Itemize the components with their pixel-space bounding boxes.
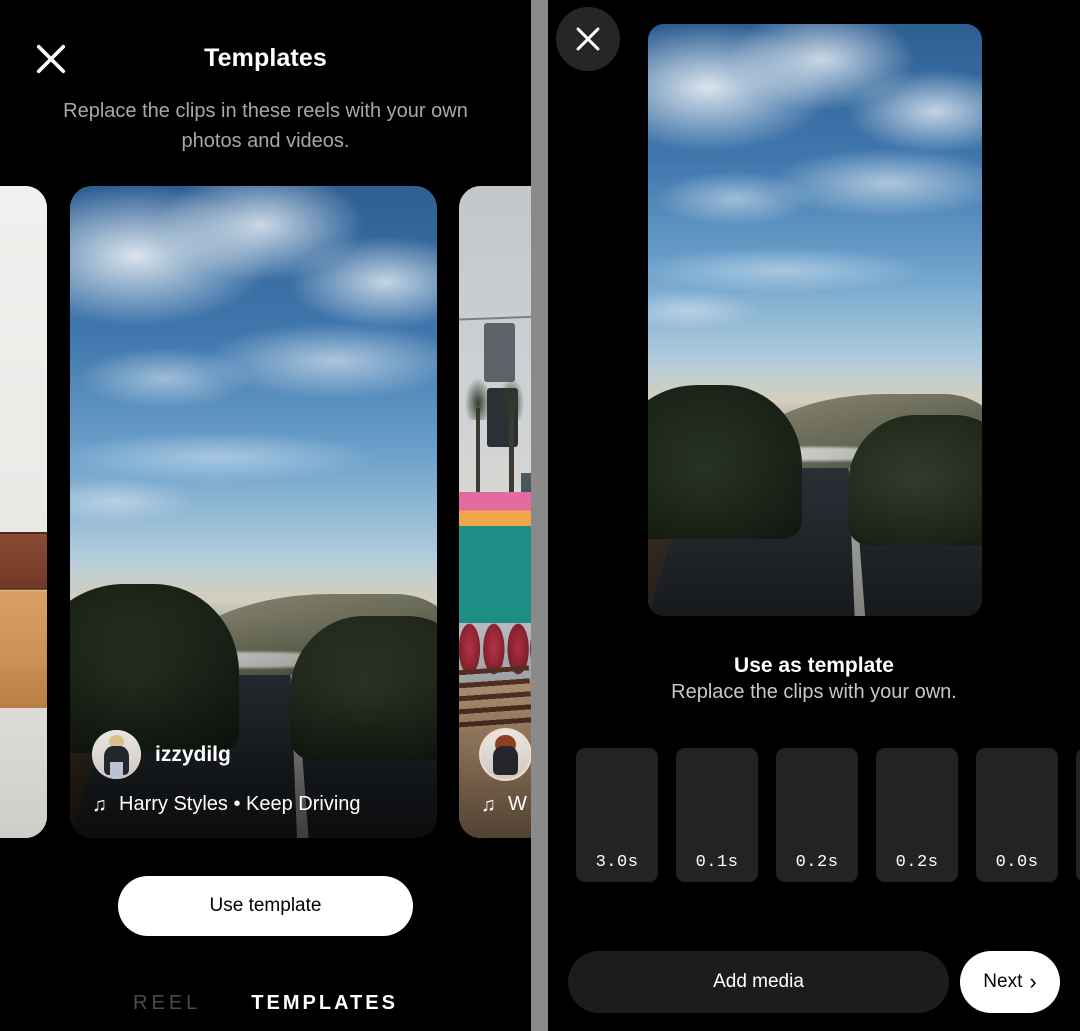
clip-slot[interactable]: 0.2s <box>876 748 958 882</box>
card-audio[interactable]: ♫ W <box>481 793 531 816</box>
clip-slot[interactable]: 0.0s <box>976 748 1058 882</box>
tab-templates[interactable]: TEMPLATES <box>251 992 398 1015</box>
templates-screen: Templates Replace the clips in these ree… <box>0 0 1080 1031</box>
use-template-button[interactable]: Use template <box>118 876 413 936</box>
card-author[interactable] <box>481 730 531 779</box>
template-detail-panel: Use as template Replace the clips with y… <box>548 0 1080 1031</box>
username-label: izzydilg <box>155 742 231 766</box>
music-note-icon: ♫ <box>481 793 496 816</box>
clip-slot[interactable]: 0.2s <box>776 748 858 882</box>
page-subtitle: Replace the clips in these reels with yo… <box>63 100 468 152</box>
avatar <box>481 730 530 779</box>
template-card-previous[interactable] <box>0 186 47 838</box>
template-thumbnail-interior <box>0 186 47 838</box>
tab-reel[interactable]: REEL <box>133 992 201 1015</box>
audio-label: W <box>508 793 527 815</box>
next-button-label: Next <box>983 971 1023 992</box>
preview-thumbnail-coastal-road <box>648 24 982 616</box>
card-metadata: izzydilg ♫ Harry Styles • Keep Driving <box>70 730 437 816</box>
next-button[interactable]: Next › <box>960 951 1060 1013</box>
template-card-active[interactable]: izzydilg ♫ Harry Styles • Keep Driving <box>70 186 437 838</box>
card-metadata: ♫ W <box>459 730 531 816</box>
card-author[interactable]: izzydilg <box>92 730 415 779</box>
close-icon[interactable] <box>556 7 620 71</box>
clip-duration: 0.2s <box>895 853 939 872</box>
detail-title: Use as template <box>734 654 894 677</box>
page-title: Templates <box>204 44 327 72</box>
clip-duration: 0.1s <box>695 853 739 872</box>
templates-carousel[interactable]: izzydilg ♫ Harry Styles • Keep Driving ♫… <box>0 186 531 838</box>
templates-browse-panel: Templates Replace the clips in these ree… <box>0 0 531 1031</box>
bottom-tab-bar: REEL TEMPLATES <box>0 992 531 1015</box>
avatar <box>92 730 141 779</box>
action-bar: Add media Next › <box>568 951 1060 1013</box>
clip-duration: 0.2s <box>795 853 839 872</box>
chevron-right-icon: › <box>1029 969 1037 994</box>
clip-timeline[interactable]: 3.0s 0.1s 0.2s 0.2s 0.0s <box>548 748 1080 882</box>
clip-duration: 0.0s <box>995 853 1039 872</box>
card-audio[interactable]: ♫ Harry Styles • Keep Driving <box>92 793 415 816</box>
audio-label: Harry Styles • Keep Driving <box>119 793 361 815</box>
clip-slot[interactable] <box>1076 748 1080 882</box>
clip-duration: 3.0s <box>595 853 639 872</box>
clip-slot[interactable]: 0.1s <box>676 748 758 882</box>
add-media-button[interactable]: Add media <box>568 951 949 1013</box>
clip-slot[interactable]: 3.0s <box>576 748 658 882</box>
music-note-icon: ♫ <box>92 793 107 816</box>
panel-divider <box>531 0 548 1031</box>
template-card-next[interactable]: ♫ W <box>459 186 531 838</box>
detail-subtitle: Replace the clips with your own. <box>671 681 957 703</box>
template-preview[interactable] <box>648 24 982 616</box>
